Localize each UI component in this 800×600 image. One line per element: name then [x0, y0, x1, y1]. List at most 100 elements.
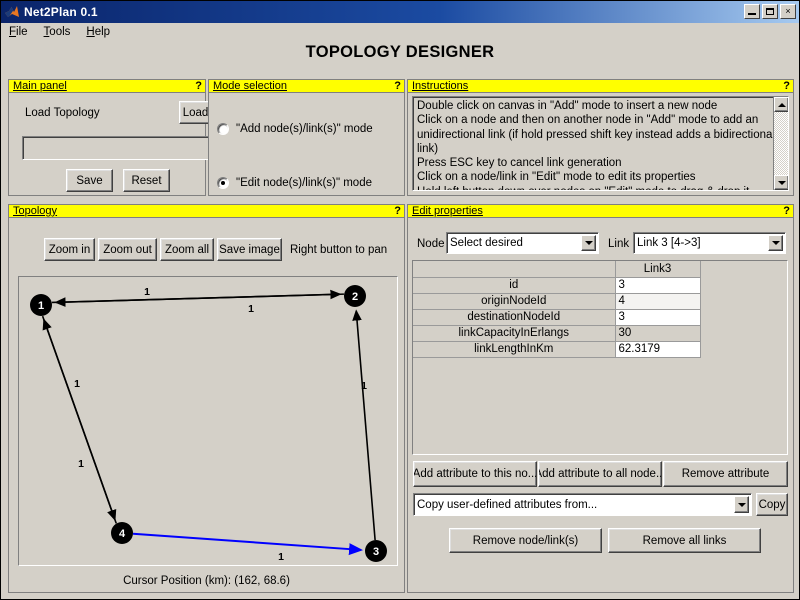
add-attribute-this-node-button[interactable]: Add attribute to this no...: [413, 461, 537, 487]
menu-item-help[interactable]: Help: [78, 25, 118, 39]
close-button[interactable]: ×: [780, 4, 796, 19]
title-bar: Net2Plan 0.1 ×: [1, 1, 799, 23]
node-select[interactable]: Select desired: [446, 232, 599, 254]
instructions-title: Instructions: [412, 79, 469, 92]
matlab-icon: [4, 4, 20, 20]
application-window: Net2Plan 0.1 × File Tools Help TOPOLOGY …: [0, 0, 800, 600]
link-label: 1: [78, 458, 84, 470]
maximize-button[interactable]: [762, 4, 778, 19]
instruction-line: link): [417, 142, 439, 155]
property-value-cell[interactable]: 30: [615, 325, 701, 342]
instruction-line: Hold left button down over nodes on "Edi…: [417, 185, 770, 190]
edit-properties-title: Edit properties: [412, 204, 483, 217]
help-icon[interactable]: ?: [783, 205, 790, 218]
pan-hint-label: Right button to pan: [290, 244, 388, 256]
table-row[interactable]: linkLengthInKm 62.3179: [413, 341, 701, 358]
properties-table: Link3 id 3 originNodeId 4 destinationNodeId 3 l…: [413, 261, 701, 358]
help-icon[interactable]: ?: [195, 80, 202, 93]
close-icon: ×: [785, 6, 791, 16]
radio-edit-mode[interactable]: "Edit node(s)/link(s)" mode: [217, 177, 372, 189]
table-corner-cell: [413, 261, 616, 278]
radio-edit-mode-label: "Edit node(s)/link(s)" mode: [236, 177, 372, 189]
topology-header: Topology ?: [9, 205, 404, 218]
add-attribute-all-nodes-button[interactable]: Add attribute to all node...: [538, 461, 662, 487]
remove-attribute-button[interactable]: Remove attribute: [663, 461, 788, 487]
instruction-line: Click on a node/link in "Edit" mode to e…: [417, 171, 696, 184]
property-name-cell: linkCapacityInErlangs: [413, 325, 616, 342]
table-row[interactable]: id 3: [413, 277, 701, 294]
zoom-in-button[interactable]: Zoom in: [44, 238, 95, 261]
edit-properties-header: Edit properties ?: [408, 205, 793, 218]
minimize-button[interactable]: [744, 4, 760, 19]
node-label: 4: [119, 528, 126, 540]
table-row[interactable]: originNodeId 4: [413, 293, 701, 310]
scroll-down-icon[interactable]: [774, 175, 788, 190]
copy-button[interactable]: Copy: [756, 493, 788, 516]
cursor-position-label: Cursor Position (km): (162, 68.6): [123, 575, 290, 587]
copy-attributes-select[interactable]: Copy user-defined attributes from...: [413, 493, 752, 516]
topology-canvas[interactable]: 1 1 1 1 1 1 1 2 3 4: [18, 276, 398, 566]
node-select-value: Select desired: [450, 237, 523, 249]
topology-title: Topology: [13, 204, 58, 217]
scroll-up-icon[interactable]: [774, 97, 788, 112]
edit-properties-panel: Edit properties ? Node Select desired Li…: [407, 204, 794, 593]
property-value-cell[interactable]: 3: [615, 277, 701, 294]
properties-table-container[interactable]: Link3 id 3 originNodeId 4 destinationNodeId 3 l…: [412, 260, 788, 455]
remove-all-links-button[interactable]: Remove all links: [608, 528, 761, 553]
node-label: 2: [352, 291, 358, 303]
window-controls: ×: [744, 4, 796, 19]
chevron-down-icon[interactable]: [734, 496, 749, 513]
table-row[interactable]: linkCapacityInErlangs 30: [413, 325, 701, 342]
network-graph[interactable]: 1 1 1 1 1 1 1 2 3 4: [19, 277, 397, 565]
main-panel: Main panel ? Load Topology Load Save Res…: [8, 79, 212, 196]
radio-add-mode-label: "Add node(s)/link(s)" mode: [236, 123, 373, 135]
save-button[interactable]: Save: [66, 169, 113, 192]
menu-item-file[interactable]: File: [1, 25, 36, 39]
main-panel-header: Main panel ?: [9, 80, 205, 93]
network-link[interactable]: [352, 309, 376, 541]
menu-item-tools[interactable]: Tools: [36, 25, 79, 39]
topology-path-field[interactable]: [22, 136, 210, 160]
property-value-cell[interactable]: 62.3179: [615, 341, 701, 358]
help-icon[interactable]: ?: [783, 80, 790, 93]
table-row[interactable]: destinationNodeId 3: [413, 309, 701, 326]
link-selector-label: Link: [608, 238, 630, 250]
instructions-scrollbar[interactable]: [773, 97, 788, 190]
save-image-button[interactable]: Save image: [217, 238, 282, 261]
table-header-row: Link3: [413, 261, 701, 278]
instruction-line: Double click on canvas in "Add" mode to …: [417, 100, 718, 112]
radio-indicator: [217, 123, 229, 135]
network-link[interactable]: [132, 532, 364, 556]
radio-indicator: [217, 177, 229, 189]
network-link[interactable]: [54, 293, 344, 307]
topology-panel: Topology ? Zoom in Zoom out Zoom all Sav…: [8, 204, 405, 593]
link-select[interactable]: Link 3 [4->3]: [633, 232, 786, 254]
copy-attributes-value: Copy user-defined attributes from...: [417, 498, 598, 511]
property-value-cell[interactable]: 4: [615, 293, 701, 310]
radio-add-mode[interactable]: "Add node(s)/link(s)" mode: [217, 123, 373, 135]
scrollbar-track[interactable]: [774, 112, 788, 175]
mode-selection-title: Mode selection: [213, 79, 287, 92]
network-link[interactable]: [41, 315, 117, 522]
property-name-cell: id: [413, 277, 616, 294]
mode-selection-panel: Mode selection ? "Add node(s)/link(s)" m…: [208, 79, 405, 196]
chevron-down-icon[interactable]: [581, 235, 596, 251]
help-icon[interactable]: ?: [394, 80, 401, 93]
remove-node-link-button[interactable]: Remove node/link(s): [449, 528, 602, 553]
instruction-line: Press ESC key to cancel link generation: [417, 157, 622, 170]
zoom-out-button[interactable]: Zoom out: [98, 238, 157, 261]
node-label: 3: [373, 546, 379, 558]
property-value-cell[interactable]: 3: [615, 309, 701, 326]
menu-bar: File Tools Help: [1, 23, 799, 41]
link-label: 1: [74, 378, 80, 390]
table-column-header: Link3: [615, 261, 701, 278]
node-selector-label: Node: [417, 238, 445, 250]
zoom-all-button[interactable]: Zoom all: [160, 238, 214, 261]
link-select-value: Link 3 [4->3]: [637, 237, 701, 249]
reset-button[interactable]: Reset: [123, 169, 170, 192]
help-icon[interactable]: ?: [394, 205, 401, 218]
load-topology-label: Load Topology: [25, 107, 100, 119]
chevron-down-icon[interactable]: [768, 235, 783, 251]
mode-selection-header: Mode selection ?: [209, 80, 404, 93]
link-label: 1: [278, 551, 284, 563]
